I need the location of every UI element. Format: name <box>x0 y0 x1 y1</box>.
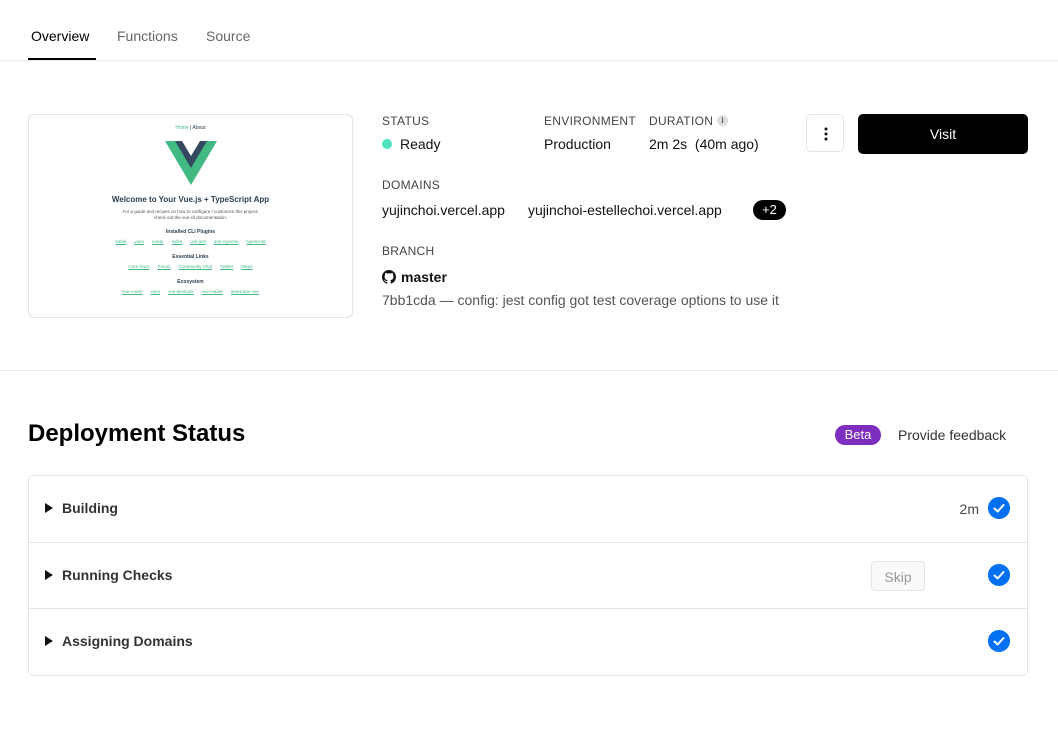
preview-link: router <box>151 239 164 244</box>
step-building[interactable]: Building 2m <box>29 476 1027 542</box>
tab-functions[interactable]: Functions <box>117 28 178 44</box>
tab-overview[interactable]: Overview <box>31 28 89 44</box>
preview-nav-home: Home <box>175 125 189 131</box>
github-icon <box>382 270 396 284</box>
preview-link: Twitter <box>220 264 234 269</box>
branch-label: BRANCH <box>382 244 435 258</box>
skip-button[interactable]: Skip <box>871 561 925 591</box>
duration-time: 2m 2s <box>649 136 688 152</box>
step-assigning-domains[interactable]: Assigning Domains <box>29 608 1027 675</box>
beta-badge: Beta <box>835 425 881 445</box>
expand-caret-icon <box>45 503 53 513</box>
preview-link: eslint <box>171 239 183 244</box>
preview-title: Welcome to Your Vue.js + TypeScript App <box>111 195 270 204</box>
section-divider <box>0 370 1058 371</box>
check-circle-icon <box>988 564 1010 586</box>
preview-link: vue-router <box>122 289 143 294</box>
preview-nav: Home | About <box>29 125 352 131</box>
preview-link: unit-jest <box>190 239 206 244</box>
check-circle-icon <box>988 630 1010 652</box>
domain-link[interactable]: yujinchoi-estellechoi.vercel.app <box>528 202 722 218</box>
domain-link[interactable]: yujinchoi.vercel.app <box>382 202 505 218</box>
status-ready-dot-icon <box>382 139 392 149</box>
status-label: STATUS <box>382 114 430 128</box>
preview-section-ecosystem: Ecosystem <box>177 279 204 285</box>
preview-link: Forum <box>157 264 171 269</box>
info-icon[interactable]: i <box>717 115 728 126</box>
expand-caret-icon <box>45 570 53 580</box>
duration-ago: (40m ago) <box>694 136 759 152</box>
preview-link: Community Chat <box>178 264 213 269</box>
branch-name[interactable]: master <box>401 269 447 285</box>
preview-section-plugins: Installed CLI Plugins <box>165 229 216 235</box>
preview-plugin-links: babel vuex router eslint unit-jest e2e-cypres… <box>29 239 352 244</box>
domains-label: DOMAINS <box>382 178 441 192</box>
expand-caret-icon <box>45 636 53 646</box>
preview-nav-about: About <box>192 125 206 131</box>
deployment-preview[interactable]: Home | About Welcome to Your Vue.js + Ty… <box>28 114 353 318</box>
visit-button[interactable]: Visit <box>858 114 1028 154</box>
step-name: Building <box>62 500 118 516</box>
environment-label: ENVIRONMENT <box>544 114 636 128</box>
environment-value: Production <box>544 136 611 152</box>
step-running-checks[interactable]: Running Checks Skip <box>29 542 1027 609</box>
preview-link: vue-loader <box>201 289 223 294</box>
vue-logo-icon <box>165 141 217 185</box>
preview-link: typescript <box>246 239 266 244</box>
preview-link: Core Docs <box>128 264 150 269</box>
preview-link: e2e-cypress <box>213 239 239 244</box>
preview-link: babel <box>115 239 127 244</box>
more-domains-badge[interactable]: +2 <box>753 200 786 220</box>
tab-bar: Overview Functions Source <box>0 0 1058 61</box>
preview-subtitle: For a guide and recipes on how to config… <box>29 209 352 221</box>
preview-link: vue-devtools <box>168 289 194 294</box>
step-name: Assigning Domains <box>62 633 193 649</box>
check-circle-icon <box>988 497 1010 519</box>
preview-subtitle-line-2: check out the vue-cli documentation. <box>153 215 228 220</box>
step-duration: 2m <box>959 501 979 517</box>
duration-value: 2m 2s (40m ago) <box>649 136 759 152</box>
preview-link: vuex <box>150 289 161 294</box>
step-name: Running Checks <box>62 567 173 583</box>
provide-feedback-button[interactable]: Provide feedback <box>898 427 1006 443</box>
deployment-steps: Building 2m Running Checks Skip Assignin… <box>28 475 1028 676</box>
active-tab-indicator <box>28 58 96 60</box>
status-value: Ready <box>400 136 441 152</box>
preview-essential-links: Core Docs Forum Community Chat Twitter News <box>29 264 352 269</box>
preview-section-links: Essential Links <box>172 254 209 260</box>
deployment-status-title: Deployment Status <box>28 420 246 447</box>
preview-link: vuex <box>134 239 144 244</box>
more-options-button[interactable] <box>806 114 844 152</box>
preview-link: News <box>241 264 253 269</box>
more-vertical-icon <box>824 127 828 141</box>
duration-label: DURATION <box>649 114 714 128</box>
commit-message[interactable]: 7bb1cda — config: jest config got test c… <box>382 292 779 308</box>
preview-link: awesome-vue <box>230 289 259 294</box>
preview-ecosystem-links: vue-router vuex vue-devtools vue-loader awes… <box>29 289 352 294</box>
tab-source[interactable]: Source <box>206 28 250 44</box>
